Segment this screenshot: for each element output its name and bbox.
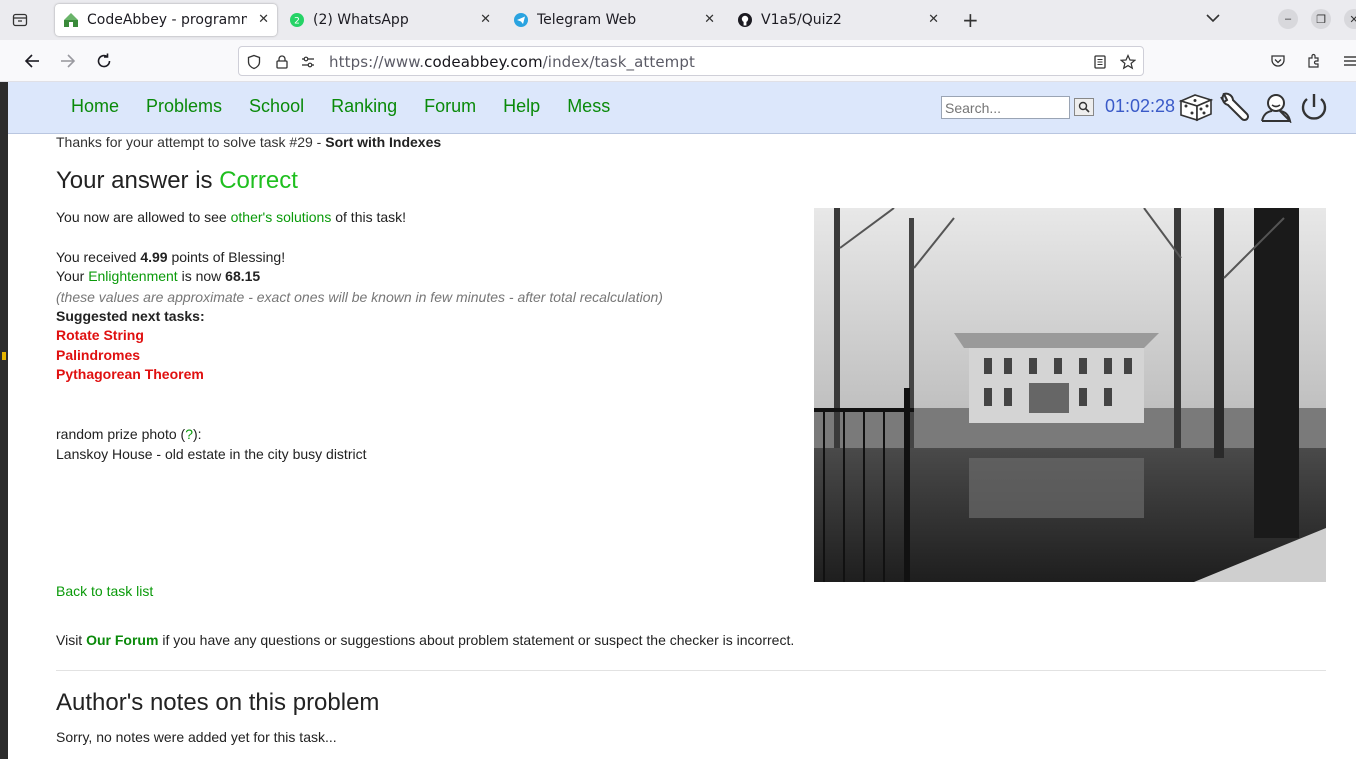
desktop-panel-edge	[0, 82, 8, 759]
tab-title: CodeAbbey - programmir	[87, 12, 247, 28]
lock-icon[interactable]	[273, 53, 291, 71]
nav-ranking[interactable]: Ranking	[331, 96, 397, 117]
tab-telegram[interactable]: Telegram Web ✕	[505, 4, 723, 36]
nav-school[interactable]: School	[249, 96, 304, 117]
nav-home[interactable]: Home	[71, 96, 119, 117]
prize-photo	[814, 208, 1326, 582]
browser-toolbar: https://www.codeabbey.com/index/task_att…	[0, 40, 1356, 82]
wrench-icon[interactable]	[1218, 91, 1254, 123]
suggested-label: Suggested next tasks:	[56, 308, 205, 324]
close-tab-icon[interactable]: ✕	[928, 12, 939, 27]
menu-icon[interactable]	[1340, 51, 1356, 71]
tab-title: (2) WhatsApp	[313, 12, 409, 28]
site-nav: Home Problems School Ranking Forum Help …	[71, 96, 637, 117]
svg-text:2: 2	[294, 17, 300, 27]
clock-timer: 01:02:28	[1105, 96, 1176, 116]
author-notes-heading: Author's notes on this problem	[56, 689, 380, 716]
minimize-icon[interactable]: –	[1278, 9, 1298, 29]
nav-problems[interactable]: Problems	[146, 96, 222, 117]
tab-overview-icon[interactable]	[0, 0, 40, 40]
enlightenment-line: Your Enlightenment is now 68.15	[56, 268, 261, 284]
extensions-icon[interactable]	[1304, 51, 1324, 71]
tab-codeabbey[interactable]: CodeAbbey - programmir ✕	[55, 4, 277, 36]
bookmark-star-icon[interactable]	[1119, 53, 1137, 71]
dice-icon[interactable]	[1178, 91, 1214, 123]
suggested-task-link[interactable]: Rotate String	[56, 327, 144, 343]
new-tab-icon[interactable]: +	[962, 8, 979, 32]
permissions-icon[interactable]	[299, 53, 317, 71]
back-to-task-list-link[interactable]: Back to task list	[56, 583, 153, 599]
points-received: You received 4.99 points of Blessing!	[56, 249, 286, 265]
reload-icon[interactable]	[94, 51, 114, 71]
search-input[interactable]	[941, 96, 1070, 119]
codeabbey-favicon-icon	[63, 12, 79, 28]
nav-mess[interactable]: Mess	[567, 96, 610, 117]
site-header: Home Problems School Ranking Forum Help …	[8, 82, 1356, 134]
author-notes-text: Sorry, no notes were added yet for this …	[56, 729, 337, 745]
prize-photo-label: random prize photo (?):	[56, 426, 202, 442]
close-tab-icon[interactable]: ✕	[258, 12, 269, 27]
prize-caption: Lanskoy House - old estate in the city b…	[56, 446, 367, 462]
thanks-line: Thanks for your attempt to solve task #2…	[56, 134, 442, 150]
shield-icon[interactable]	[245, 53, 263, 71]
tab-whatsapp[interactable]: 2 (2) WhatsApp ✕	[281, 4, 499, 36]
tab-github[interactable]: V1a5/Quiz2 ✕	[729, 4, 947, 36]
suggested-task-link[interactable]: Pythagorean Theorem	[56, 366, 204, 382]
divider	[56, 670, 1326, 671]
forum-hint: Visit Our Forum if you have any question…	[56, 632, 795, 648]
others-solutions-link[interactable]: other's solutions	[231, 209, 332, 225]
user-profile-icon[interactable]	[1258, 91, 1294, 125]
github-favicon-icon	[737, 12, 753, 28]
forward-arrow-icon[interactable]	[58, 51, 78, 71]
suggested-task-link[interactable]: Palindromes	[56, 347, 140, 363]
whatsapp-favicon-icon: 2	[289, 12, 305, 28]
answer-heading: Your answer is Correct	[56, 167, 298, 194]
reader-view-icon[interactable]	[1091, 53, 1109, 71]
nav-help[interactable]: Help	[503, 96, 540, 117]
tab-title: V1a5/Quiz2	[761, 12, 842, 28]
close-tab-icon[interactable]: ✕	[704, 12, 715, 27]
nav-forum[interactable]: Forum	[424, 96, 476, 117]
task-name: Sort with Indexes	[325, 134, 442, 150]
enlightenment-link[interactable]: Enlightenment	[88, 268, 178, 284]
address-bar[interactable]: https://www.codeabbey.com/index/task_att…	[238, 46, 1144, 76]
answer-status: Correct	[219, 167, 298, 194]
pocket-icon[interactable]	[1268, 51, 1288, 71]
back-arrow-icon[interactable]	[22, 51, 42, 71]
approx-note: (these values are approximate - exact on…	[56, 289, 663, 305]
telegram-favicon-icon	[513, 12, 529, 28]
prize-help-link[interactable]: ?	[185, 426, 193, 442]
our-forum-link[interactable]: Our Forum	[86, 632, 158, 648]
url-text[interactable]: https://www.codeabbey.com/index/task_att…	[329, 53, 695, 71]
restore-icon[interactable]: ❐	[1311, 9, 1331, 29]
search-icon[interactable]	[1074, 98, 1094, 116]
chevron-down-icon[interactable]	[1205, 10, 1221, 31]
power-logout-icon[interactable]	[1296, 91, 1332, 123]
tab-title: Telegram Web	[537, 12, 637, 28]
allowed-line: You now are allowed to see other's solut…	[56, 209, 407, 225]
close-tab-icon[interactable]: ✕	[480, 12, 491, 27]
